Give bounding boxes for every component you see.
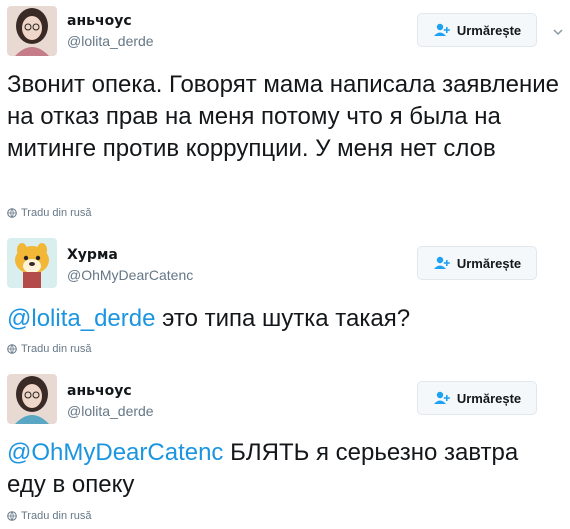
- tweet-text: Звонит опека. Говорят мама написала заяв…: [7, 69, 563, 165]
- follow-button-label: Urmărește: [456, 22, 522, 38]
- avatar[interactable]: [7, 6, 57, 56]
- translate-link[interactable]: Tradu din rusă: [7, 343, 92, 355]
- user-handle[interactable]: @lolita_derde: [67, 403, 154, 419]
- follow-button[interactable]: Urmărește: [417, 13, 537, 47]
- user-name[interactable]: аньчоус: [67, 383, 132, 399]
- chevron-down-icon[interactable]: [552, 25, 564, 37]
- add-user-icon: [433, 256, 451, 270]
- tweet: аньчоус @lolita_derde Urmărește @OhMyDea…: [0, 365, 570, 529]
- add-user-icon: [433, 23, 451, 37]
- translate-label: Tradu din rusă: [21, 343, 92, 355]
- tweet: аньчоус @lolita_derde Urmărește Звонит о…: [0, 0, 570, 225]
- translate-link[interactable]: Tradu din rusă: [7, 510, 92, 522]
- translate-label: Tradu din rusă: [21, 207, 92, 219]
- mention-link[interactable]: @lolita_derde: [7, 305, 155, 332]
- follow-button-label: Urmărește: [456, 255, 522, 271]
- user-name[interactable]: аньчоус: [67, 13, 132, 29]
- translate-link[interactable]: Tradu din rusă: [7, 207, 92, 219]
- user-handle[interactable]: @OhMyDearCatenc: [67, 267, 193, 283]
- globe-icon: [7, 511, 17, 521]
- avatar[interactable]: [7, 374, 57, 424]
- mention-link[interactable]: @OhMyDearCatenc: [7, 439, 223, 466]
- follow-button[interactable]: Urmărește: [417, 381, 537, 415]
- globe-icon: [7, 344, 17, 354]
- follow-button-label: Urmărește: [456, 390, 522, 406]
- tweet: Хурма @OhMyDearCatenc Urmărește @lolita_…: [0, 230, 570, 360]
- tweet-text: @lolita_derde это типа шутка такая?: [7, 303, 563, 335]
- translate-label: Tradu din rusă: [21, 510, 92, 522]
- user-name[interactable]: Хурма: [67, 247, 118, 263]
- tweet-text-content: Звонит опека. Говорят мама написала заяв…: [7, 71, 559, 162]
- tweet-text: @OhMyDearCatenc БЛЯТЬ я серьезно завтра …: [7, 437, 527, 501]
- avatar[interactable]: [7, 238, 57, 288]
- globe-icon: [7, 208, 17, 218]
- follow-button[interactable]: Urmărește: [417, 246, 537, 280]
- add-user-icon: [433, 391, 451, 405]
- tweet-text-content: это типа шутка такая?: [155, 305, 411, 332]
- user-handle[interactable]: @lolita_derde: [67, 33, 154, 49]
